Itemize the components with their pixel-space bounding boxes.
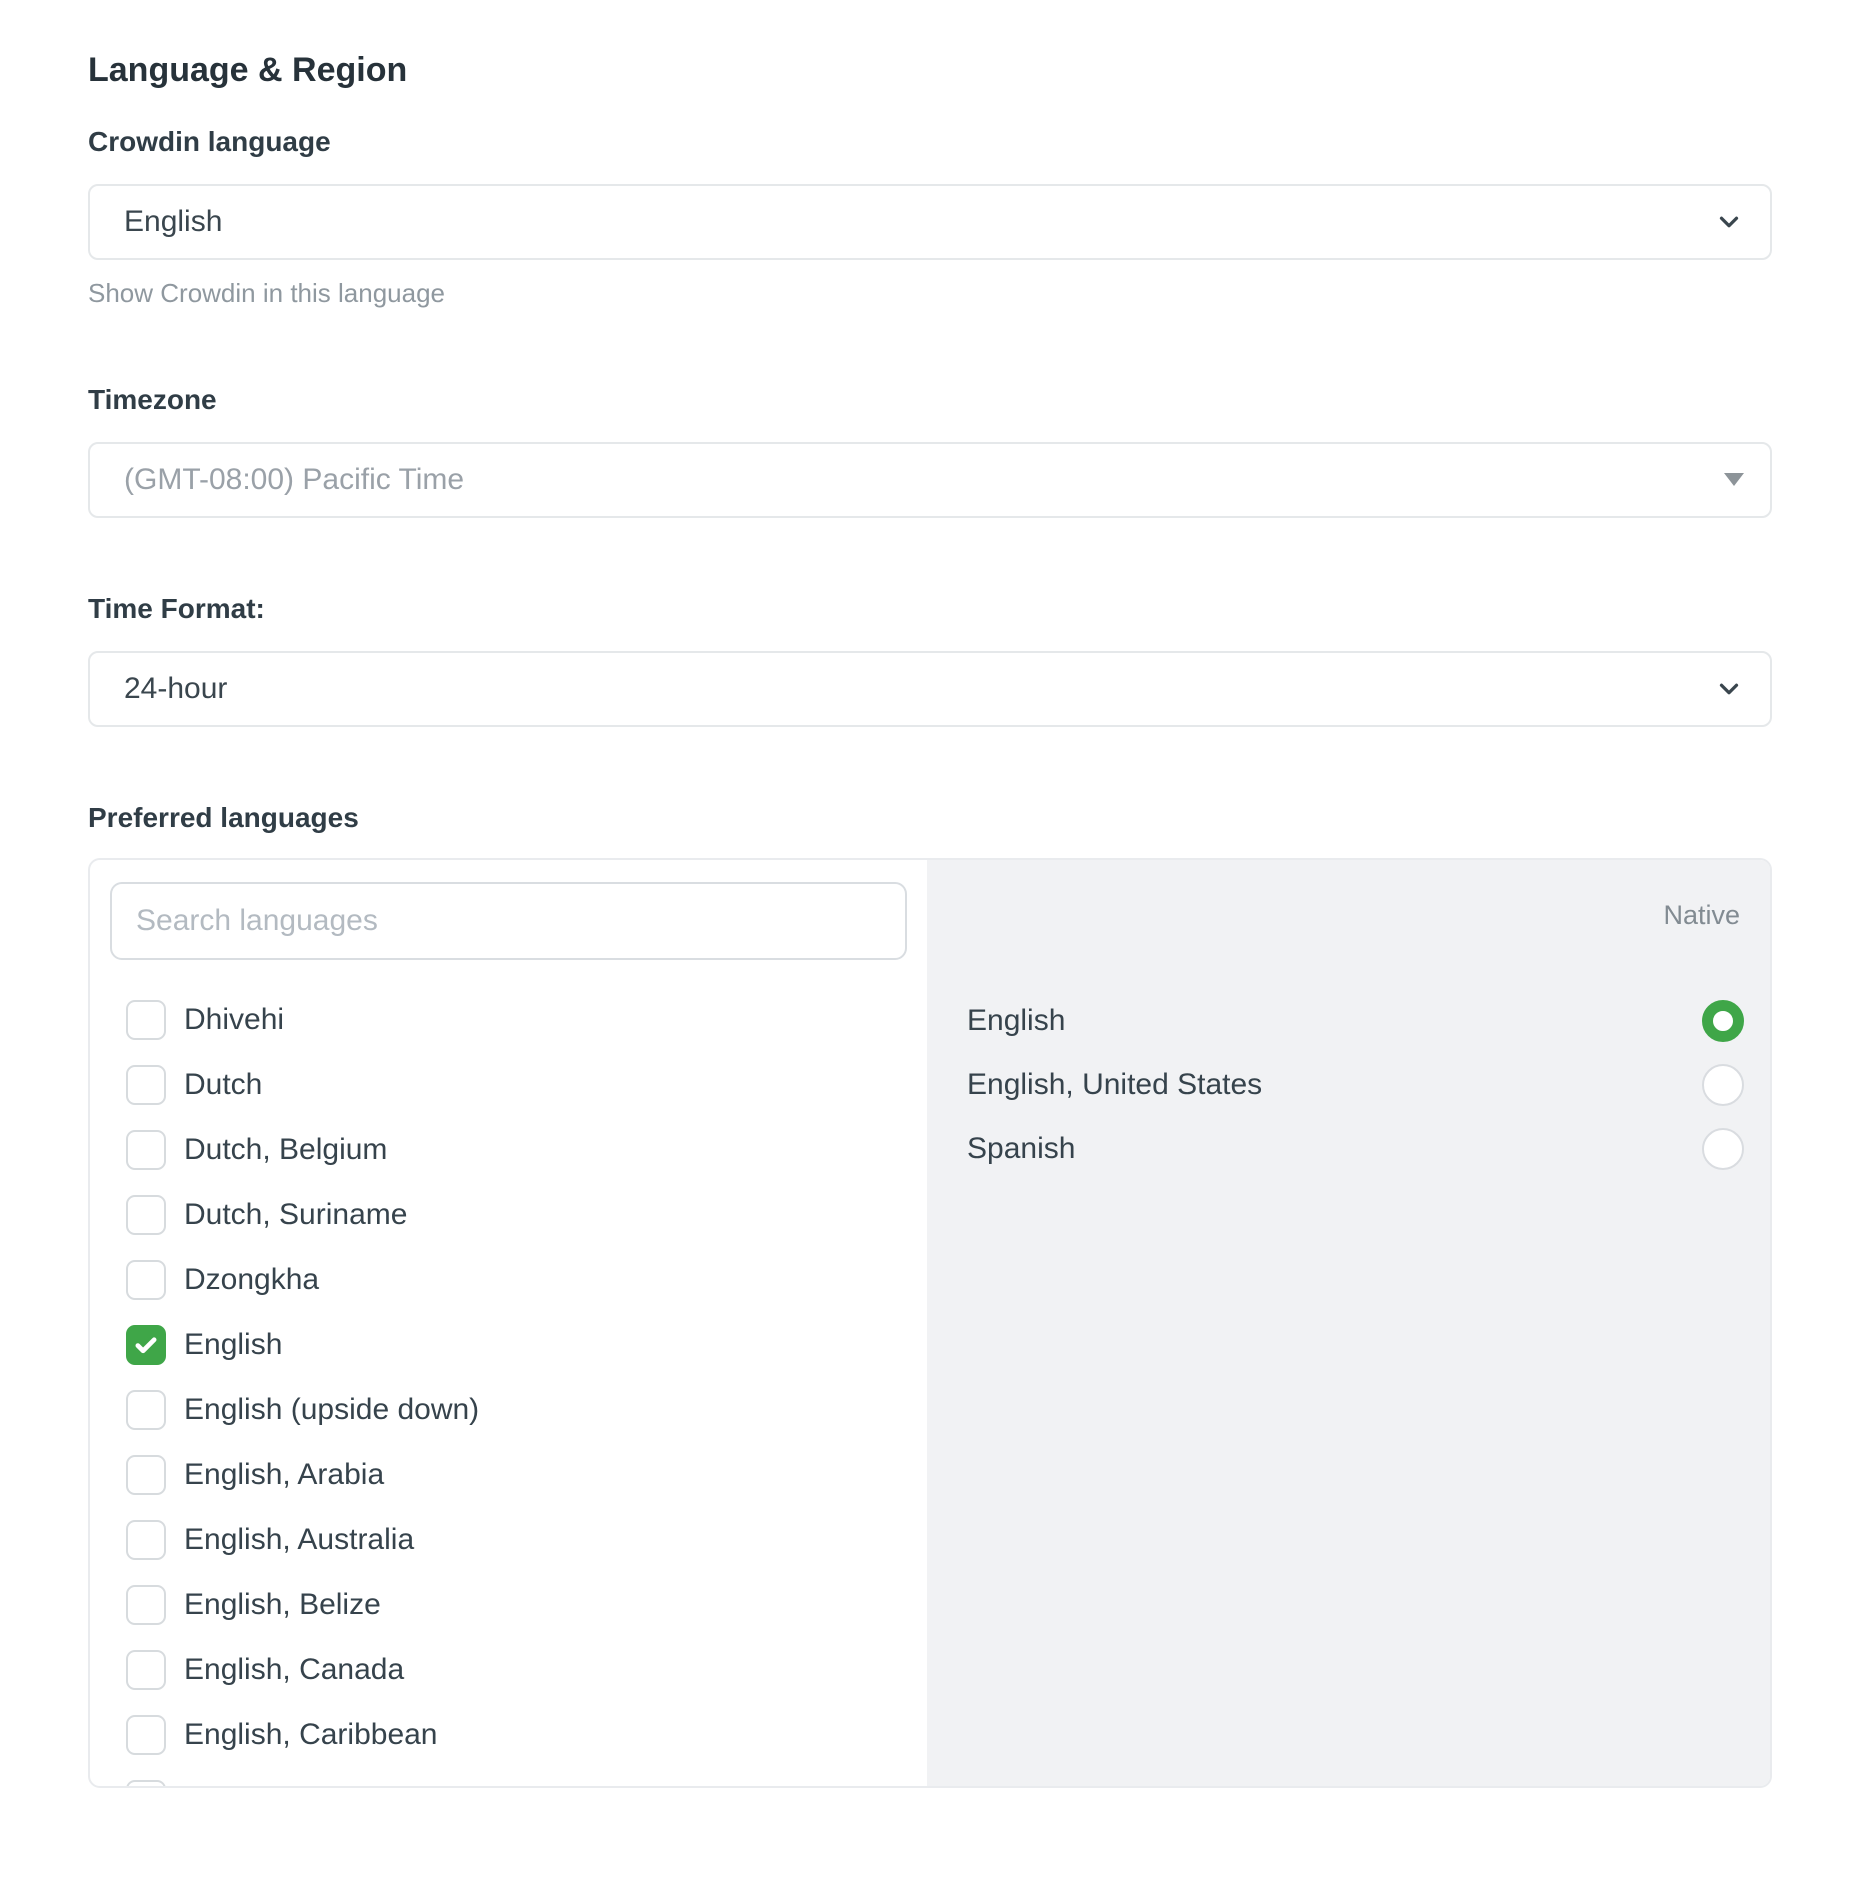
crowdin-language-value: English <box>124 205 222 239</box>
selected-language-row: Spanish <box>967 1117 1744 1181</box>
language-checkbox[interactable] <box>126 1650 166 1690</box>
timezone-label: Timezone <box>88 385 1772 416</box>
language-option-row[interactable]: English (upside down) <box>110 1378 907 1443</box>
language-option-row[interactable]: English, China <box>110 1768 907 1788</box>
language-option-row[interactable]: English, Belize <box>110 1573 907 1638</box>
crowdin-language-select[interactable]: English <box>88 184 1772 260</box>
language-option-label: English, Belize <box>184 1588 381 1622</box>
language-option-label: English, Caribbean <box>184 1718 438 1752</box>
settings-page: Language & Region Crowdin language Engli… <box>88 52 1772 1788</box>
timezone-value: (GMT-08:00) Pacific Time <box>124 463 464 497</box>
language-option-label: English, China <box>184 1783 377 1788</box>
language-checkbox[interactable] <box>126 1000 166 1040</box>
language-option-label: Dhivehi <box>184 1003 284 1037</box>
time-format-value: 24-hour <box>124 672 227 706</box>
preferred-languages-widget: Dhivehi Dutch Dutch, Belgium Dutch, Suri… <box>88 858 1772 1788</box>
selected-language-label: English, United States <box>967 1068 1262 1102</box>
language-checkbox[interactable] <box>126 1780 166 1788</box>
crowdin-language-label: Crowdin language <box>88 127 1772 158</box>
native-radio[interactable] <box>1702 1128 1744 1170</box>
language-option-row[interactable]: English, Arabia <box>110 1443 907 1508</box>
triangle-down-icon <box>1724 473 1744 486</box>
crowdin-language-help: Show Crowdin in this language <box>88 278 1772 309</box>
selected-language-label: Spanish <box>967 1132 1075 1166</box>
preferred-languages-label: Preferred languages <box>88 803 1772 834</box>
language-option-row[interactable]: English, Canada <box>110 1638 907 1703</box>
check-icon <box>132 1331 160 1359</box>
language-option-row[interactable]: English, Caribbean <box>110 1703 907 1768</box>
selected-languages-panel: Native English English, United States Sp… <box>927 860 1770 1786</box>
native-radio[interactable] <box>1702 1000 1744 1042</box>
native-column-header: Native <box>967 900 1744 931</box>
language-checkbox[interactable] <box>126 1715 166 1755</box>
language-options-list: Dhivehi Dutch Dutch, Belgium Dutch, Suri… <box>110 988 907 1788</box>
language-option-label: English, Canada <box>184 1653 404 1687</box>
language-option-label: Dutch <box>184 1068 262 1102</box>
language-option-label: Dzongkha <box>184 1263 319 1297</box>
selected-language-row: English <box>967 989 1744 1053</box>
language-option-label: English <box>184 1328 282 1362</box>
language-checkbox[interactable] <box>126 1065 166 1105</box>
language-option-row[interactable]: Dhivehi <box>110 988 907 1053</box>
language-checkbox[interactable] <box>126 1195 166 1235</box>
language-option-label: Dutch, Belgium <box>184 1133 387 1167</box>
language-checkbox[interactable] <box>126 1390 166 1430</box>
time-format-select[interactable]: 24-hour <box>88 651 1772 727</box>
language-checkbox[interactable] <box>126 1520 166 1560</box>
language-option-row[interactable]: Dutch <box>110 1053 907 1118</box>
chevron-down-icon <box>1714 674 1744 704</box>
language-checkbox[interactable] <box>126 1455 166 1495</box>
native-radio[interactable] <box>1702 1064 1744 1106</box>
timezone-select[interactable]: (GMT-08:00) Pacific Time <box>88 442 1772 518</box>
language-option-row[interactable]: English <box>110 1313 907 1378</box>
language-checkbox[interactable] <box>126 1130 166 1170</box>
selected-language-row: English, United States <box>967 1053 1744 1117</box>
time-format-label: Time Format: <box>88 594 1772 625</box>
language-option-label: English (upside down) <box>184 1393 479 1427</box>
selected-language-label: English <box>967 1004 1065 1038</box>
chevron-down-icon <box>1714 207 1744 237</box>
language-checkbox[interactable] <box>126 1325 166 1365</box>
language-checkbox[interactable] <box>126 1585 166 1625</box>
language-checkbox[interactable] <box>126 1260 166 1300</box>
language-option-label: English, Arabia <box>184 1458 384 1492</box>
selected-languages-list: English English, United States Spanish <box>967 989 1744 1181</box>
language-option-row[interactable]: Dutch, Belgium <box>110 1118 907 1183</box>
language-option-label: Dutch, Suriname <box>184 1198 407 1232</box>
language-option-label: English, Australia <box>184 1523 414 1557</box>
language-option-row[interactable]: Dzongkha <box>110 1248 907 1313</box>
search-languages-input[interactable] <box>110 882 907 960</box>
language-option-row[interactable]: Dutch, Suriname <box>110 1183 907 1248</box>
language-option-row[interactable]: English, Australia <box>110 1508 907 1573</box>
language-options-panel: Dhivehi Dutch Dutch, Belgium Dutch, Suri… <box>90 860 927 1786</box>
page-title: Language & Region <box>88 52 1772 89</box>
